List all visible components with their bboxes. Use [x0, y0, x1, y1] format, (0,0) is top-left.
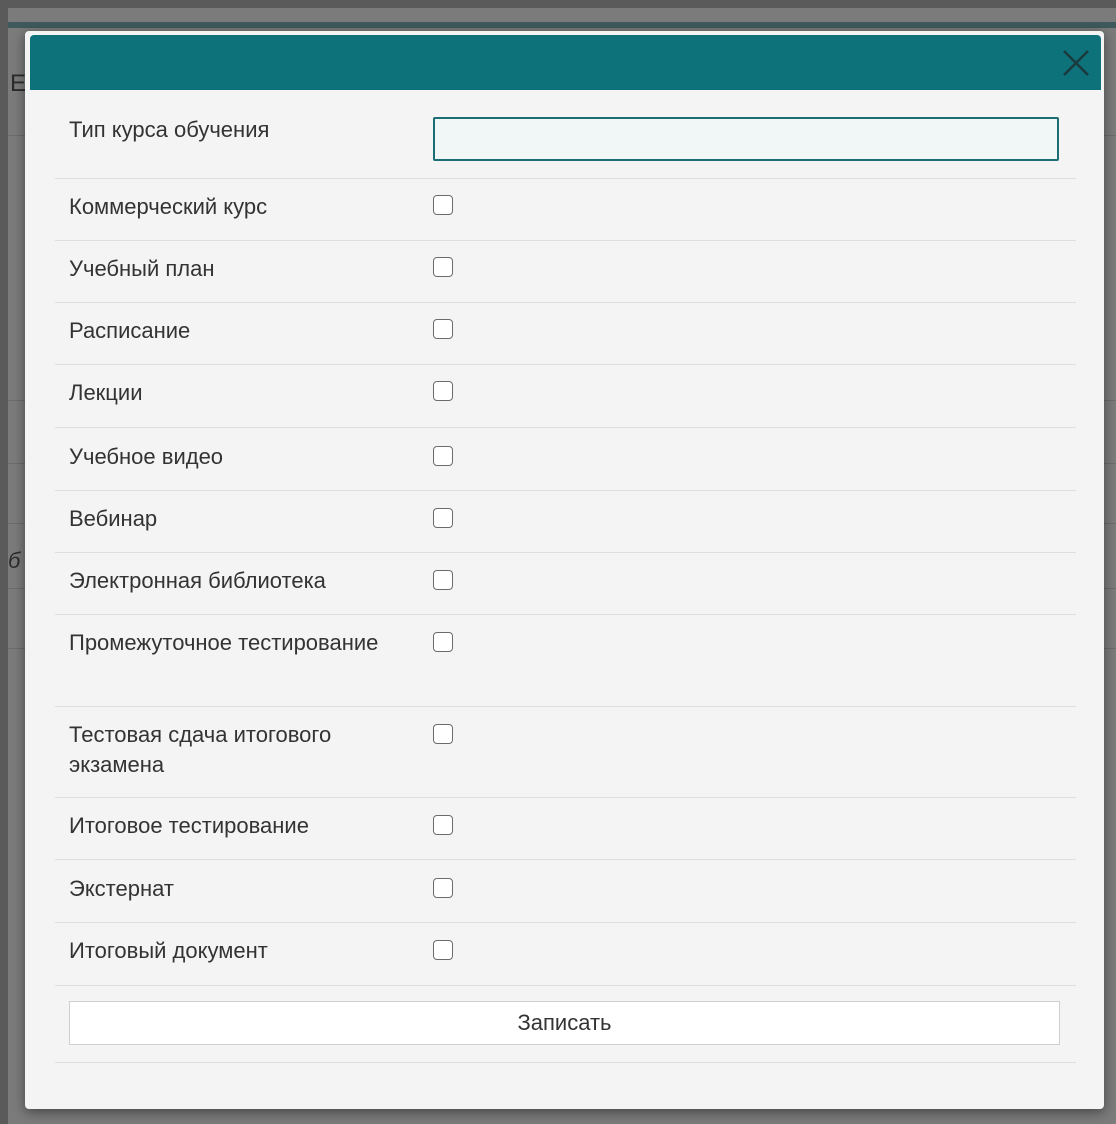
option-checkbox-final-testing[interactable] [433, 815, 453, 835]
option-label-intermediate-testing: Промежуточное тестирование [69, 630, 379, 655]
course-settings-dialog: Тип курса обучения Коммерческий курс Уче… [25, 31, 1104, 1109]
option-checkbox-webinar[interactable] [433, 508, 453, 528]
option-checkbox-library[interactable] [433, 570, 453, 590]
option-label-final-testing: Итоговое тестирование [69, 813, 309, 838]
option-row-video: Учебное видео [55, 428, 1076, 491]
option-label-webinar: Вебинар [69, 506, 158, 531]
option-checkbox-intermediate-testing[interactable] [433, 632, 453, 652]
course-settings-form: Тип курса обучения Коммерческий курс Уче… [55, 105, 1076, 1063]
option-row-webinar: Вебинар [55, 491, 1076, 553]
option-row-curriculum: Учебный план [55, 241, 1076, 303]
option-checkbox-commercial[interactable] [433, 195, 453, 215]
option-checkbox-video[interactable] [433, 446, 453, 466]
option-label-commercial: Коммерческий курс [69, 194, 268, 219]
save-button[interactable]: Записать [69, 1001, 1060, 1045]
dialog-header [30, 35, 1101, 90]
course-type-input[interactable] [433, 117, 1059, 161]
option-checkbox-lectures[interactable] [433, 381, 453, 401]
option-checkbox-curriculum[interactable] [433, 257, 453, 277]
option-label-external-study: Экстернат [69, 876, 174, 901]
option-label-video: Учебное видео [69, 444, 224, 469]
option-checkbox-external-study[interactable] [433, 878, 453, 898]
option-row-lectures: Лекции [55, 365, 1076, 428]
option-row-final-document: Итоговый документ [55, 923, 1076, 986]
option-row-intermediate-testing: Промежуточное тестирование [55, 615, 1076, 707]
close-button[interactable] [1061, 48, 1091, 78]
course-type-row: Тип курса обучения [55, 105, 1076, 179]
background-heading: E [10, 70, 27, 97]
option-checkbox-trial-exam[interactable] [433, 724, 453, 744]
option-label-trial-exam: Тестовая сдача итогового экзамена [69, 722, 332, 777]
option-row-library: Электронная библиотека [55, 553, 1076, 615]
option-row-external-study: Экстернат [55, 860, 1076, 923]
option-label-schedule: Расписание [69, 318, 191, 343]
option-label-final-document: Итоговый документ [69, 938, 268, 963]
option-row-schedule: Расписание [55, 303, 1076, 365]
option-label-library: Электронная библиотека [69, 568, 326, 593]
option-label-lectures: Лекции [69, 380, 143, 405]
option-row-trial-exam: Тестовая сдача итогового экзамена [55, 707, 1076, 798]
background-topbar [8, 22, 1116, 28]
option-row-commercial: Коммерческий курс [55, 179, 1076, 241]
background-italic-text: б [8, 548, 21, 573]
option-checkbox-final-document[interactable] [433, 940, 453, 960]
option-label-curriculum: Учебный план [69, 256, 215, 281]
course-type-label: Тип курса обучения [69, 117, 270, 142]
close-icon [1063, 50, 1089, 76]
option-checkbox-schedule[interactable] [433, 319, 453, 339]
option-row-final-testing: Итоговое тестирование [55, 798, 1076, 860]
submit-row: Записать [55, 986, 1076, 1063]
